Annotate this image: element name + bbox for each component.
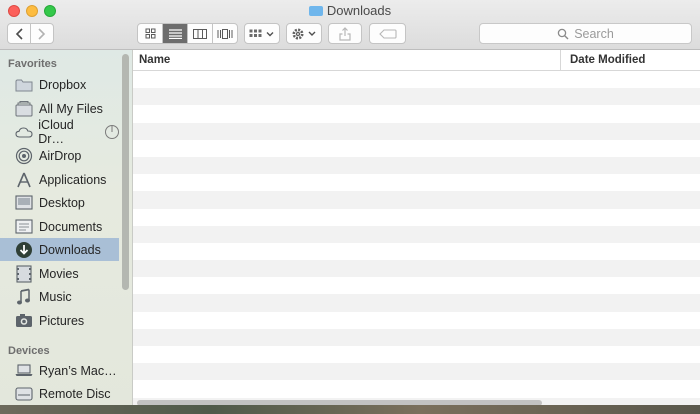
tag-icon [378, 28, 397, 39]
documents-icon [14, 217, 34, 237]
window-title: Downloads [0, 3, 700, 18]
sidebar-item-label: Applications [39, 172, 107, 187]
empty-row-stripe [133, 225, 700, 243]
sidebar-item-music[interactable]: Music [0, 285, 119, 308]
icon-view-button[interactable] [138, 24, 163, 43]
list-icon [168, 28, 182, 39]
sidebar-item-dropbox[interactable]: Dropbox [0, 73, 119, 96]
column-header-date-modified[interactable]: Date Modified [570, 54, 645, 66]
sidebar-item-label: Documents [39, 219, 103, 234]
sidebar-item-applications[interactable]: Applications [0, 168, 119, 191]
file-list: Name Date Modified [133, 50, 700, 410]
arrange-grid-icon [249, 29, 274, 37]
empty-row-stripe [133, 191, 700, 209]
sidebar-item-label: Music [39, 289, 72, 304]
dropbox-folder-icon [14, 75, 34, 95]
sidebar-item-desktop[interactable]: Desktop [0, 191, 119, 214]
empty-row-stripe [133, 105, 700, 122]
search-placeholder: Search [574, 26, 614, 41]
icloud-progress-icon [104, 124, 119, 139]
share-icon [339, 26, 351, 41]
column-header-name[interactable]: Name [139, 54, 170, 66]
columns-icon [193, 28, 207, 39]
search-field[interactable]: Search [479, 23, 692, 44]
sidebar-item-label: Movies [39, 266, 79, 281]
sidebar-item-label: Dropbox [39, 77, 87, 92]
empty-row-stripe [133, 209, 700, 226]
window-title-text: Downloads [326, 3, 392, 18]
laptop-icon [14, 361, 34, 381]
empty-row-stripe [133, 294, 700, 312]
sidebar-item-label: All My Files [39, 101, 103, 116]
movies-icon [14, 264, 34, 284]
column-view-button[interactable] [188, 24, 213, 43]
sidebar-item-label: Remote Disc [39, 386, 111, 401]
empty-row-stripe [133, 328, 700, 346]
empty-row-stripe [133, 174, 700, 191]
empty-row-stripe [133, 363, 700, 381]
empty-row-stripe [133, 140, 700, 157]
sidebar-item-icloud-drive[interactable]: iCloud Dr… [0, 117, 119, 146]
cover-flow-icon [217, 28, 233, 39]
sidebar-item-label: Downloads [39, 242, 101, 257]
sidebar-item-documents[interactable]: Documents [0, 215, 119, 238]
sidebar-item-remote-disc[interactable]: Remote Disc [0, 382, 119, 405]
empty-row-stripe [133, 260, 700, 278]
devices-header: Devices [8, 345, 50, 357]
applications-icon [14, 170, 34, 190]
back-button[interactable] [8, 24, 31, 43]
sidebar-scrollbar[interactable] [122, 54, 129, 290]
disc-icon [14, 384, 34, 404]
navigation-group [7, 23, 54, 44]
icloud-icon [14, 122, 33, 142]
column-header-row: Name Date Modified [133, 50, 700, 71]
arrange-button[interactable] [244, 23, 280, 44]
empty-row-stripe [133, 122, 700, 140]
grid-icon [145, 28, 155, 39]
cover-flow-view-button[interactable] [213, 24, 237, 43]
column-divider[interactable] [560, 50, 561, 70]
toolbar: Downloads Search [0, 0, 700, 50]
list-view-button[interactable] [163, 24, 188, 43]
sidebar-item-pictures[interactable]: Pictures [0, 309, 119, 332]
empty-row-stripe [133, 243, 700, 260]
search-icon [557, 28, 569, 39]
all-files-icon [14, 99, 34, 119]
tags-button[interactable] [369, 23, 406, 44]
empty-row-stripe [133, 277, 700, 294]
sidebar-item-downloads[interactable]: Downloads [0, 238, 119, 261]
empty-row-stripe [133, 312, 700, 329]
file-list-rows [133, 71, 700, 410]
gear-icon [292, 28, 316, 39]
empty-row-stripe [133, 380, 700, 397]
empty-row-stripe [133, 346, 700, 363]
sidebar-item-macbook[interactable]: Ryan’s Mac… [0, 359, 119, 382]
sidebar-item-label: AirDrop [39, 148, 82, 163]
finder-window: Downloads Search Favorites Dropbox All M… [0, 0, 700, 410]
view-mode-group [137, 23, 238, 44]
chevron-left-icon [15, 27, 23, 40]
sidebar: Favorites Dropbox All My Files iCloud Dr… [0, 50, 133, 410]
favorites-header: Favorites [8, 58, 57, 70]
music-icon [14, 287, 34, 307]
chevron-right-icon [38, 27, 46, 40]
airdrop-icon [14, 146, 34, 166]
empty-row-stripe [133, 88, 700, 106]
sidebar-item-airdrop[interactable]: AirDrop [0, 144, 119, 167]
sidebar-item-label: Pictures [39, 313, 85, 328]
pictures-icon [14, 311, 34, 331]
share-button[interactable] [328, 23, 362, 44]
sidebar-item-label: Ryan’s Mac… [39, 363, 117, 378]
downloads-icon [14, 240, 34, 260]
desktop-background [0, 405, 700, 414]
action-button[interactable] [286, 23, 322, 44]
empty-row-stripe [133, 156, 700, 175]
sidebar-item-movies[interactable]: Movies [0, 262, 119, 285]
empty-row-stripe [133, 71, 700, 88]
sidebar-item-label: iCloud Dr… [38, 117, 74, 146]
sidebar-item-label: Desktop [39, 195, 85, 210]
folder-icon [308, 6, 323, 16]
forward-button[interactable] [31, 24, 53, 43]
desktop-icon [14, 193, 34, 213]
